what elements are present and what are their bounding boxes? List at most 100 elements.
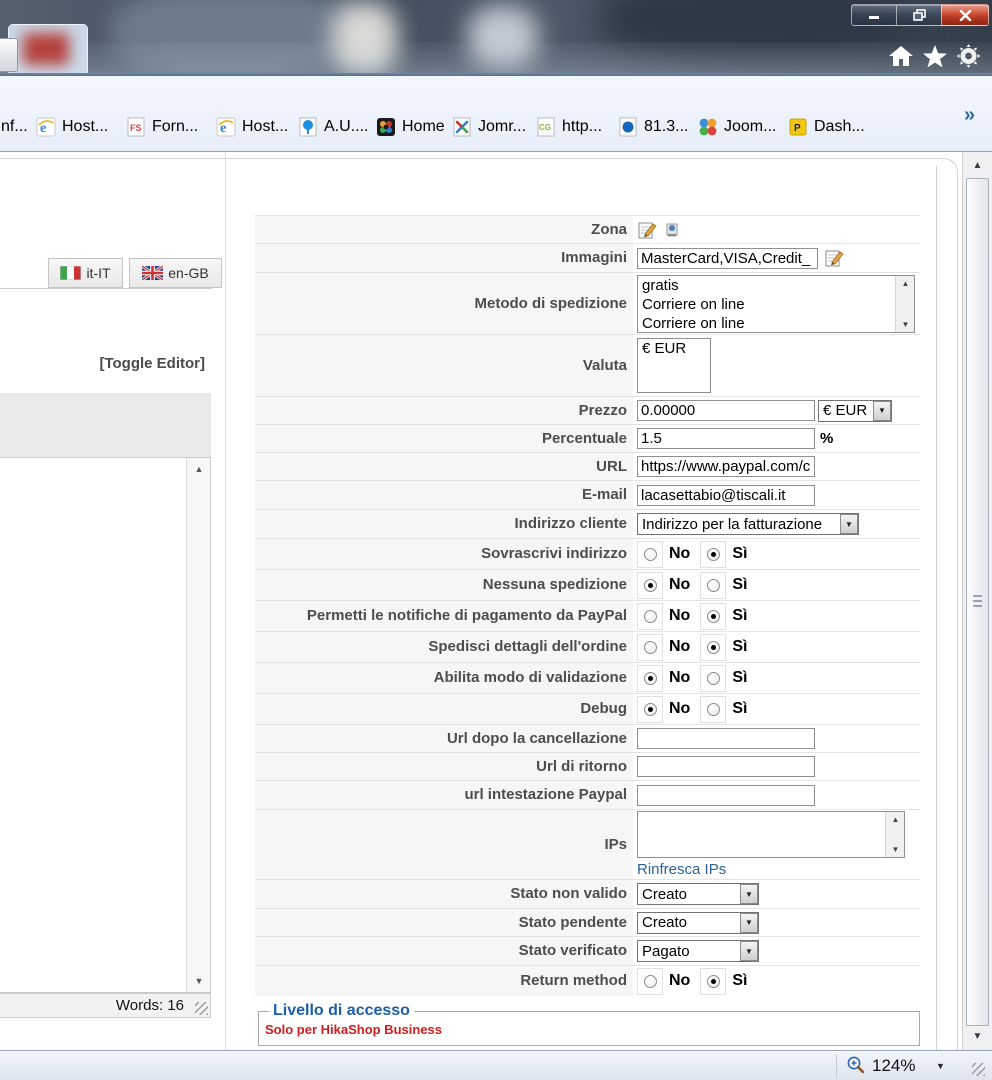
favorite-item[interactable]: e Host... — [216, 112, 288, 142]
radio-no[interactable] — [637, 967, 663, 995]
delete-icon[interactable] — [665, 221, 679, 238]
italy-flag-icon — [60, 266, 82, 280]
window-resize-grip[interactable] — [972, 1063, 985, 1076]
tab-it-IT[interactable]: it-IT — [48, 258, 123, 288]
tools-gear-icon[interactable] — [956, 44, 981, 68]
favorites-bar: nf... e Host... FS Forn... e Host... A.U… — [0, 76, 992, 152]
radio-si[interactable] — [700, 540, 727, 568]
scrollbar-thumb[interactable] — [966, 178, 989, 1026]
tab-en-GB[interactable]: en-GB — [129, 258, 222, 288]
textarea-scrollbar[interactable]: ▲ ▼ — [885, 812, 904, 857]
shipping-method-listbox[interactable]: gratis Corriere on line Corriere on line… — [637, 274, 915, 333]
field-label: Stato non valido — [255, 880, 633, 908]
price-currency-select[interactable]: € EUR ▼ — [818, 399, 892, 422]
listbox-option[interactable]: gratis — [638, 276, 914, 295]
dropdown-arrow-icon[interactable]: ▼ — [740, 941, 758, 961]
restore-button[interactable] — [896, 4, 941, 26]
zoom-magnifier-icon[interactable] — [846, 1055, 865, 1074]
minimize-button[interactable] — [851, 4, 896, 26]
verified-status-select[interactable]: Pagato ▼ — [637, 940, 759, 962]
customer-address-select[interactable]: Indirizzo per la fatturazione ▼ — [637, 513, 859, 535]
field-label: Indirizzo cliente — [255, 510, 633, 538]
close-button[interactable] — [941, 4, 989, 26]
cancel-url-input[interactable] — [637, 728, 815, 749]
favorite-item[interactable]: Jomr... — [452, 112, 526, 142]
page-scrollbar[interactable]: ▲ ▼ — [962, 152, 992, 1050]
toggle-editor-link[interactable]: [Toggle Editor] — [0, 355, 205, 372]
favorite-item[interactable]: CG http... — [536, 112, 602, 142]
scroll-down-icon[interactable]: ▼ — [963, 1031, 992, 1042]
return-url-input[interactable] — [637, 756, 815, 777]
dropdown-arrow-icon[interactable]: ▼ — [840, 514, 858, 534]
invalid-status-select[interactable]: Creato ▼ — [637, 883, 759, 905]
zoom-dropdown-icon[interactable]: ▼ — [936, 1061, 945, 1071]
radio-si[interactable] — [700, 633, 727, 661]
favorite-item[interactable]: Joom... — [698, 112, 776, 142]
refresh-ips-link[interactable]: Rinfresca IPs — [637, 861, 726, 878]
radio-si[interactable] — [700, 571, 727, 599]
radio-no[interactable] — [637, 602, 663, 630]
listbox-option[interactable]: € EUR — [638, 339, 710, 358]
scroll-down-icon[interactable]: ▼ — [886, 845, 904, 854]
overflow-chevron[interactable]: » — [964, 104, 975, 127]
radio-no[interactable] — [637, 571, 663, 599]
favorite-item[interactable]: 81.3... — [618, 112, 688, 142]
url-input[interactable] — [637, 456, 815, 477]
favorite-item[interactable]: Home — [376, 112, 445, 142]
field-label: Spedisci dettagli dell'ordine — [255, 632, 633, 662]
header-url-input[interactable] — [637, 784, 815, 806]
pending-status-select[interactable]: Creato ▼ — [637, 911, 759, 934]
radio-no[interactable] — [637, 633, 663, 661]
edit-icon[interactable] — [637, 220, 657, 240]
favorite-label: nf... — [1, 118, 28, 135]
radio-no-label: No — [669, 545, 691, 562]
ips-textarea[interactable]: ▲ ▼ — [637, 811, 905, 858]
favorite-item[interactable]: FS Forn... — [126, 112, 198, 142]
dropdown-arrow-icon[interactable]: ▼ — [873, 400, 891, 421]
radio-si[interactable] — [700, 967, 727, 995]
listbox-scrollbar[interactable]: ▲ ▼ — [895, 275, 914, 332]
fs-favicon: FS — [126, 117, 146, 137]
percentage-input[interactable] — [637, 428, 815, 449]
home-icon[interactable] — [888, 44, 914, 68]
favorite-item[interactable]: P Dash... — [788, 112, 865, 142]
scroll-down-icon[interactable]: ▼ — [896, 320, 914, 329]
form-row: Immagini — [255, 244, 920, 273]
radio-si[interactable] — [700, 664, 727, 692]
scroll-up-icon[interactable]: ▲ — [963, 160, 992, 171]
edit-icon[interactable] — [824, 248, 844, 268]
zoom-level[interactable]: 124% — [872, 1056, 915, 1076]
editor-resize-grip[interactable] — [195, 1002, 208, 1015]
radio-no[interactable] — [637, 664, 663, 692]
price-input[interactable] — [637, 400, 815, 421]
scroll-up-icon[interactable]: ▲ — [187, 464, 211, 474]
selected-value: Creato — [642, 885, 688, 903]
dropdown-arrow-icon[interactable]: ▼ — [740, 884, 758, 904]
field-label: IPs — [255, 810, 633, 879]
favorite-item[interactable]: nf... — [1, 112, 28, 142]
images-input[interactable] — [637, 247, 818, 269]
scroll-down-icon[interactable]: ▼ — [187, 976, 211, 986]
editor-scrollbar[interactable]: ▲ ▼ — [186, 458, 210, 992]
ie-favicon: e — [36, 117, 56, 137]
radio-si[interactable] — [700, 602, 727, 630]
favorite-item[interactable]: A.U.... — [298, 112, 368, 142]
listbox-option[interactable]: Corriere on line — [638, 295, 914, 314]
clipped-toolbar-button[interactable] — [0, 38, 18, 72]
browser-tab[interactable] — [8, 24, 88, 73]
currency-listbox[interactable]: € EUR — [637, 338, 711, 393]
radio-no[interactable] — [637, 540, 663, 568]
email-input[interactable] — [637, 484, 815, 506]
favorites-star-icon[interactable] — [922, 44, 948, 68]
radio-si-label: Sì — [732, 669, 748, 686]
browser-command-icons — [888, 44, 981, 68]
form-row: Prezzo € EUR ▼ — [255, 397, 920, 425]
radio-si[interactable] — [700, 695, 727, 723]
favorite-item[interactable]: e Host... — [36, 112, 108, 142]
scroll-up-icon[interactable]: ▲ — [886, 815, 904, 824]
editor-textarea[interactable]: ▲ ▼ — [0, 457, 211, 993]
dropdown-arrow-icon[interactable]: ▼ — [740, 912, 758, 933]
listbox-option[interactable]: Corriere on line — [638, 314, 914, 332]
scroll-up-icon[interactable]: ▲ — [896, 279, 914, 288]
radio-no[interactable] — [637, 695, 663, 723]
